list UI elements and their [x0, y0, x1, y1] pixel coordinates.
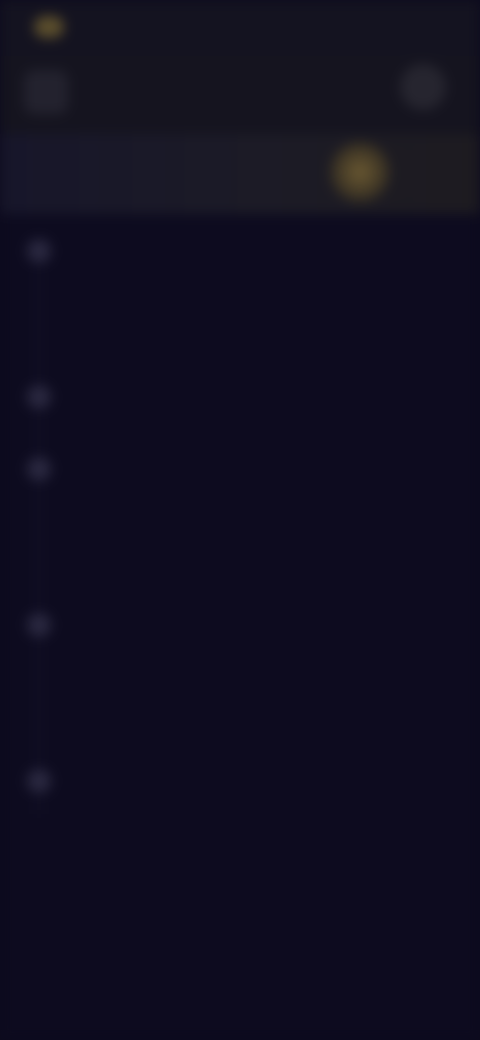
timeline-connector: [38, 254, 40, 814]
timeline-node-icon: [26, 384, 52, 410]
more-button[interactable]: [400, 64, 446, 110]
points-bar: [0, 134, 480, 214]
coin-button[interactable]: [330, 142, 390, 202]
timeline-node-icon: [26, 456, 52, 482]
timeline-node-icon: [26, 768, 52, 794]
status-bar: [0, 0, 480, 56]
app-header: [0, 56, 480, 134]
timeline-node-icon: [26, 612, 52, 638]
timeline-node-icon: [26, 238, 52, 264]
app-screen: [0, 0, 480, 1040]
status-indicator: [34, 16, 64, 38]
status-time: [70, 18, 130, 36]
back-button[interactable]: [24, 70, 68, 114]
timeline: [0, 214, 480, 1040]
